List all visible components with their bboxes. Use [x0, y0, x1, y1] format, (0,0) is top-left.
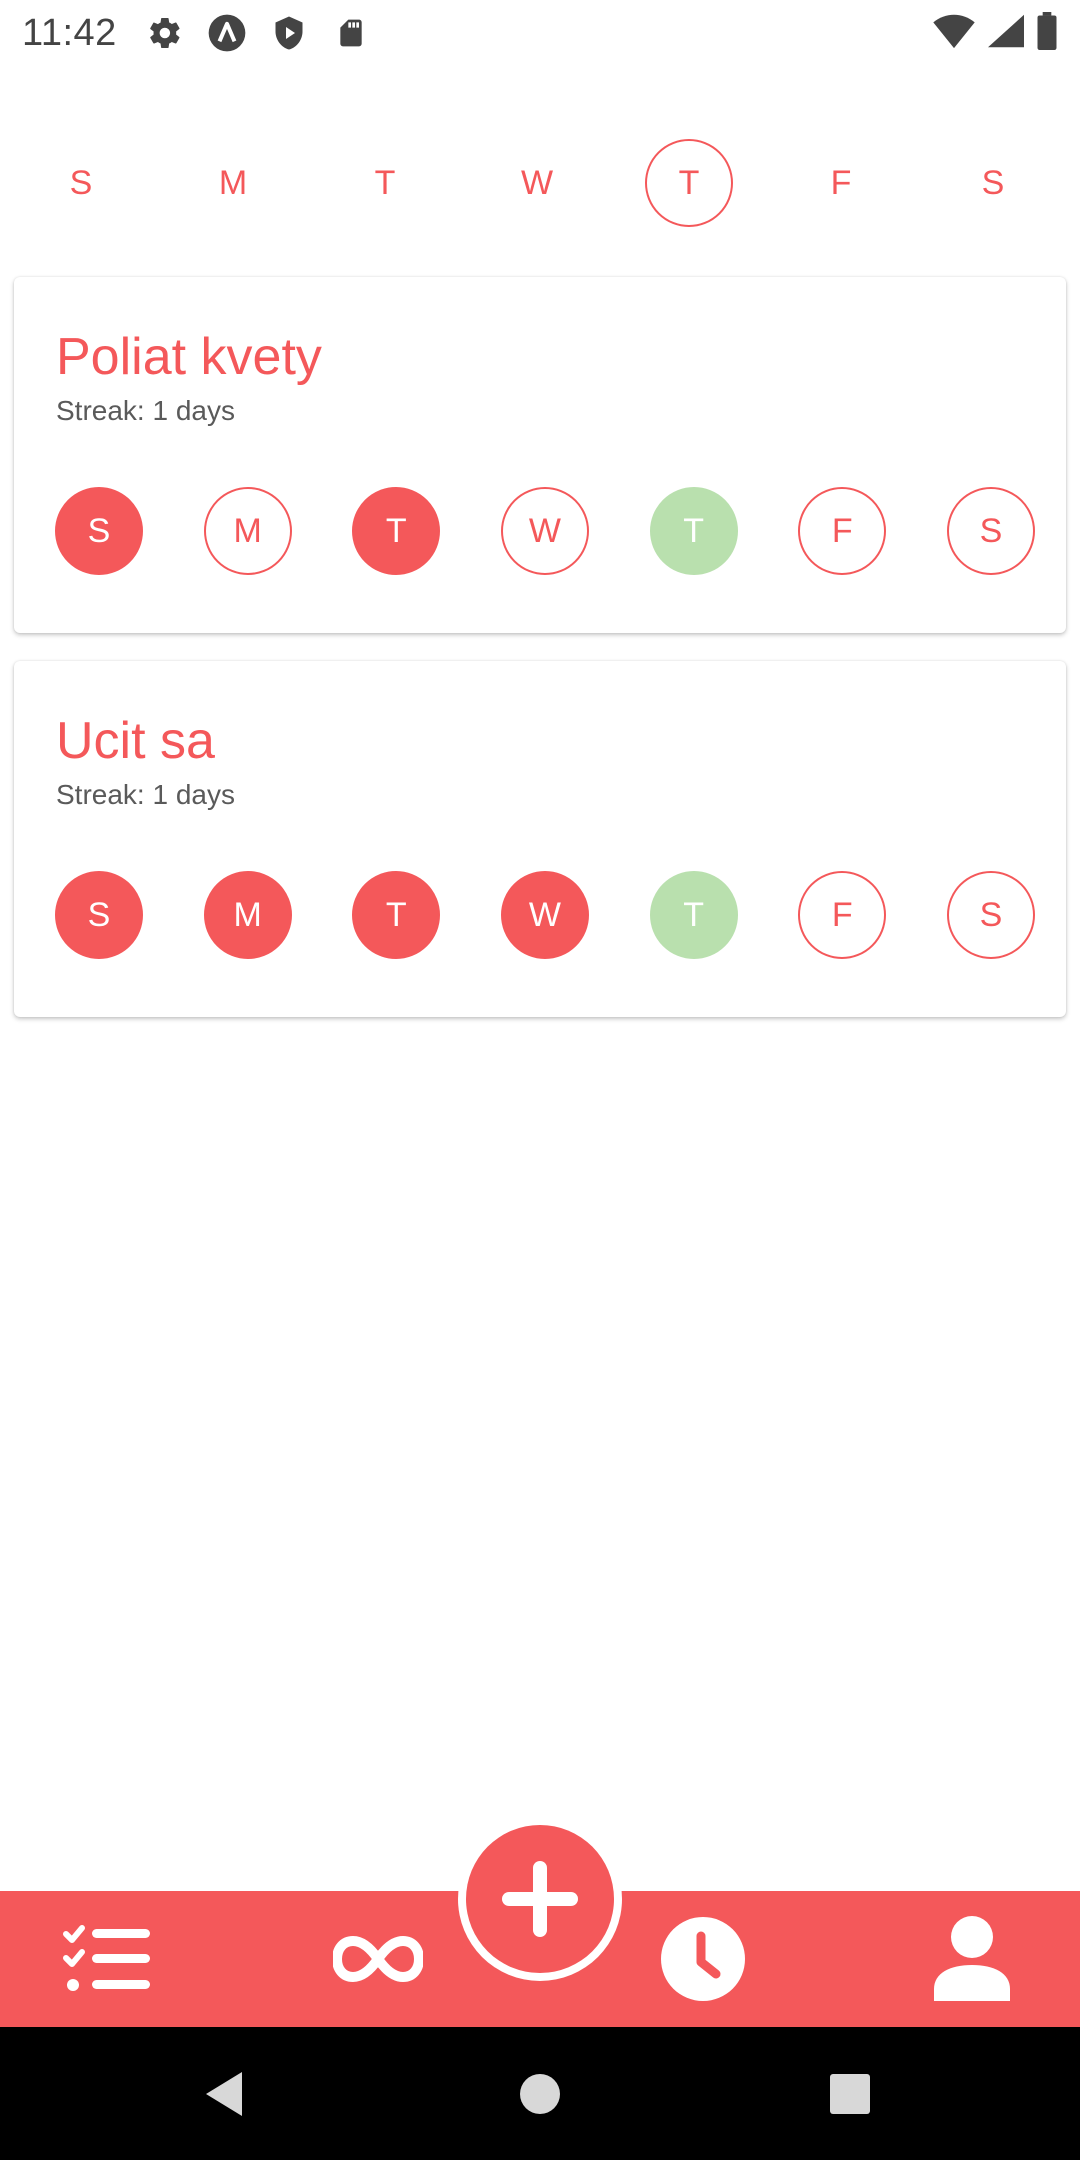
habit-day-wed[interactable]: W: [500, 871, 589, 959]
app-screen: 11:42 S M T W T F S Poliat kvety Streak:…: [0, 0, 1080, 2160]
system-back-button[interactable]: [192, 2027, 256, 2160]
gear-icon: [145, 13, 185, 53]
week-day-mon[interactable]: M: [189, 139, 277, 227]
week-day-selector: S M T W T F S: [37, 138, 1037, 228]
habit-day-mon[interactable]: M: [203, 487, 292, 575]
app-a-icon: [207, 13, 247, 53]
habit-streak: Streak: 1 days: [56, 395, 235, 426]
habit-day-tue[interactable]: T: [352, 487, 441, 575]
status-icons-left: [145, 13, 371, 53]
infinity-icon: [333, 1935, 423, 1983]
habit-day-fri[interactable]: F: [798, 871, 887, 959]
week-day-tue[interactable]: T: [341, 139, 429, 227]
home-icon: [520, 2073, 560, 2114]
habit-day-sun[interactable]: S: [55, 871, 143, 959]
status-icons-right: [932, 11, 1058, 55]
week-day-thu-selected[interactable]: T: [645, 139, 733, 227]
battery-icon: [1036, 11, 1058, 55]
habit-day-tue[interactable]: T: [352, 871, 441, 959]
habit-title: Poliat kvety: [56, 328, 322, 386]
system-recents-button[interactable]: [818, 2027, 882, 2160]
week-day-sun[interactable]: S: [37, 139, 125, 227]
wifi-icon: [932, 13, 976, 54]
habit-day-mon[interactable]: M: [203, 871, 292, 959]
person-icon: [934, 1916, 1010, 2001]
system-navigation-bar: [0, 2027, 1080, 2160]
habit-day-row: S M T W T F S: [55, 871, 1035, 959]
clock-icon: [661, 1917, 745, 2001]
sd-card-icon: [331, 13, 371, 53]
habit-day-fri[interactable]: F: [798, 487, 887, 575]
status-bar: 11:42: [0, 0, 1080, 66]
add-icon: [502, 1861, 578, 1937]
habit-title: Ucit sa: [56, 712, 215, 770]
system-home-button[interactable]: [508, 2027, 572, 2160]
shield-play-icon: [269, 13, 309, 53]
week-day-sat[interactable]: S: [949, 139, 1037, 227]
habit-day-sun[interactable]: S: [55, 487, 143, 575]
habit-day-row: S M T W T F S: [55, 487, 1035, 575]
add-habit-button-inner: [466, 1825, 614, 1973]
signal-icon: [986, 13, 1026, 54]
checklist-icon: [63, 1925, 150, 1991]
habit-day-sat[interactable]: S: [946, 487, 1035, 575]
habit-day-sat[interactable]: S: [946, 871, 1035, 959]
habit-card[interactable]: Ucit sa Streak: 1 days S M T W T F S: [14, 661, 1066, 1017]
add-habit-button[interactable]: [458, 1817, 622, 1981]
status-time: 11:42: [22, 11, 117, 54]
back-icon: [206, 2071, 242, 2116]
nav-profile-button[interactable]: [924, 1891, 1020, 2027]
week-day-fri[interactable]: F: [797, 139, 885, 227]
habit-streak: Streak: 1 days: [56, 779, 235, 810]
habit-day-thu[interactable]: T: [649, 487, 738, 575]
habit-day-wed[interactable]: W: [500, 487, 589, 575]
habit-day-thu[interactable]: T: [649, 871, 738, 959]
recents-icon: [830, 2073, 870, 2114]
habit-card[interactable]: Poliat kvety Streak: 1 days S M T W T F …: [14, 277, 1066, 633]
nav-checklist-button[interactable]: [60, 1891, 156, 2027]
nav-history-button[interactable]: [655, 1891, 751, 2027]
week-day-wed[interactable]: W: [493, 139, 581, 227]
nav-habits-button[interactable]: [330, 1891, 426, 2027]
